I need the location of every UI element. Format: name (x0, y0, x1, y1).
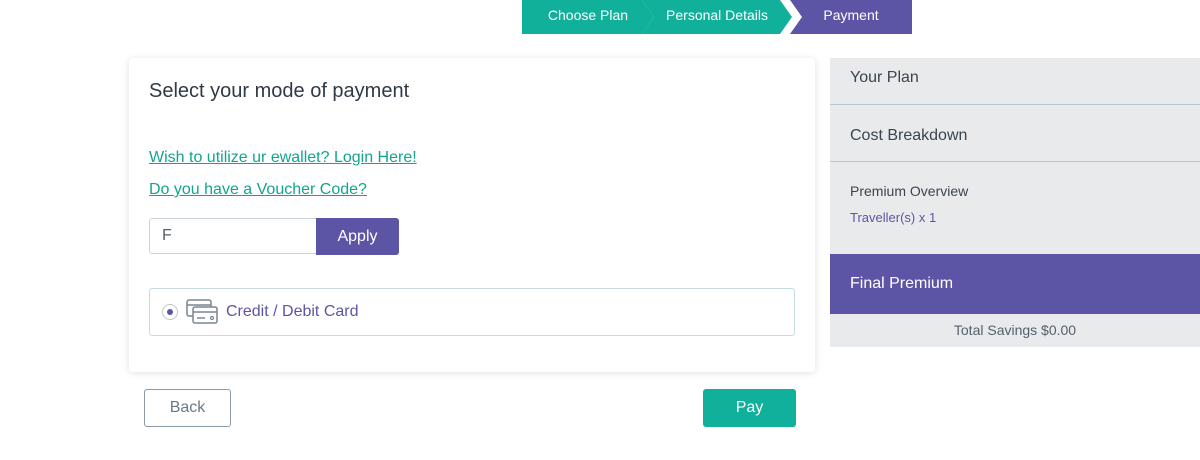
voucher-code-link[interactable]: Do you have a Voucher Code? (149, 181, 367, 199)
step-choose-plan[interactable]: Choose Plan (522, 0, 654, 34)
voucher-input[interactable] (149, 218, 316, 254)
final-premium-bar: Final Premium (830, 254, 1200, 314)
payment-option-card[interactable]: Credit / Debit Card (149, 288, 795, 336)
travellers-count: Traveller(s) x 1 (850, 210, 937, 225)
your-plan-header[interactable]: Your Plan (830, 58, 1200, 105)
back-button[interactable]: Back (144, 389, 231, 427)
step-personal-details[interactable]: Personal Details (642, 0, 792, 34)
payment-title: Select your mode of payment (149, 80, 410, 102)
pay-button[interactable]: Pay (703, 389, 796, 427)
payment-option-label: Credit / Debit Card (226, 303, 359, 320)
payment-option-radio[interactable] (162, 304, 178, 320)
credit-card-icon (186, 299, 218, 325)
apply-voucher-button[interactable]: Apply (316, 218, 399, 255)
checkout-stepper: Choose Plan Personal Details Payment (522, 0, 912, 34)
payment-card: Select your mode of payment Wish to util… (129, 58, 815, 372)
ewallet-login-link[interactable]: Wish to utilize ur ewallet? Login Here! (149, 149, 417, 167)
step-payment: Payment (790, 0, 912, 34)
order-summary-sidebar: Your Plan Cost Breakdown Premium Overvie… (830, 58, 1200, 347)
cost-breakdown-header[interactable]: Cost Breakdown (830, 105, 1200, 162)
premium-overview-label: Premium Overview (850, 183, 969, 199)
total-savings: Total Savings $0.00 (953, 322, 1077, 338)
